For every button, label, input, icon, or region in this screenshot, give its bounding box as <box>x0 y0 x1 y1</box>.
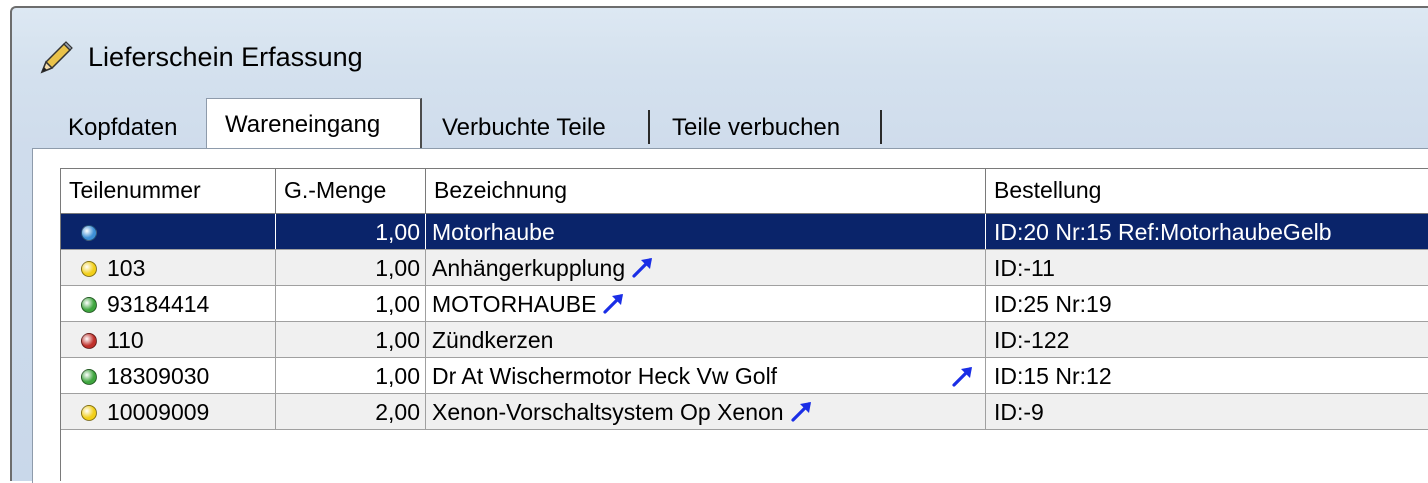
table-row[interactable]: 103 1,00Anhängerkupplung ID:-11 <box>61 250 1428 286</box>
open-link-arrow-icon[interactable] <box>951 364 975 388</box>
tab-teile-verbuchen[interactable]: Teile verbuchen <box>650 104 882 148</box>
cell-bezeichnung: Motorhaube <box>426 214 986 249</box>
status-green-icon <box>81 297 97 313</box>
column-header-menge[interactable]: G.-Menge <box>276 169 426 213</box>
tab-wareneingang[interactable]: Wareneingang <box>206 98 422 148</box>
cell-menge: 2,00 <box>276 394 426 429</box>
bezeichnung-text: Xenon-Vorschaltsystem Op Xenon <box>432 399 784 425</box>
bezeichnung-text: Anhängerkupplung <box>432 255 625 281</box>
pencil-icon <box>36 38 76 78</box>
parts-grid[interactable]: Teilenummer G.-Menge Bezeichnung Bestell… <box>60 168 1428 481</box>
cell-bestellung: ID:20 Nr:15 Ref:MotorhaubeGelb <box>986 214 1428 249</box>
table-row[interactable]: 18309030 1,00Dr At Wischermotor Heck Vw G… <box>61 358 1428 394</box>
bezeichnung-text: MOTORHAUBE <box>432 291 596 317</box>
column-header-bezeichnung[interactable]: Bezeichnung <box>426 169 986 213</box>
bezeichnung-text: Motorhaube <box>432 219 555 245</box>
window-title: Lieferschein Erfassung <box>88 42 363 73</box>
status-red-icon <box>81 333 97 349</box>
open-link-arrow-icon[interactable] <box>790 399 814 423</box>
cell-bestellung: ID:-11 <box>986 250 1428 285</box>
cell-teilenummer: 103 <box>61 250 276 285</box>
cell-bezeichnung: Zündkerzen <box>426 322 986 357</box>
table-row[interactable]: 110 1,00Zündkerzen ID:-122 <box>61 322 1428 358</box>
cell-menge: 1,00 <box>276 286 426 321</box>
cell-teilenummer <box>61 214 276 249</box>
open-link-arrow-icon[interactable] <box>602 291 626 315</box>
cell-teilenummer: 93184414 <box>61 286 276 321</box>
cell-menge: 1,00 <box>276 322 426 357</box>
cell-bestellung: ID:-9 <box>986 394 1428 429</box>
cell-bestellung: ID:15 Nr:12 <box>986 358 1428 393</box>
column-header-bestellung[interactable]: Bestellung <box>986 169 1428 213</box>
table-row[interactable]: 1,00Motorhaube ID:20 Nr:15 Ref:Motorhaube… <box>61 214 1428 250</box>
tab-label: Wareneingang <box>225 111 380 138</box>
cell-bezeichnung: MOTORHAUBE <box>426 286 986 321</box>
grid-header: Teilenummer G.-Menge Bezeichnung Bestell… <box>61 169 1428 214</box>
cell-teilenummer: 10009009 <box>61 394 276 429</box>
cell-teilenummer: 110 <box>61 322 276 357</box>
cell-menge: 1,00 <box>276 214 426 249</box>
cell-bestellung: ID:-122 <box>986 322 1428 357</box>
bezeichnung-text: Zündkerzen <box>432 327 553 353</box>
teilenummer-text: 110 <box>107 327 144 353</box>
status-green-icon <box>81 369 97 385</box>
teilenummer-text: 103 <box>107 255 145 281</box>
teilenummer-text: 93184414 <box>107 291 209 317</box>
status-yellow-icon <box>81 405 97 421</box>
tab-verbuchte-teile[interactable]: Verbuchte Teile <box>428 104 650 148</box>
tab-separator <box>880 110 882 144</box>
bezeichnung-text: Dr At Wischermotor Heck Vw Golf <box>432 363 777 389</box>
table-row[interactable]: 93184414 1,00MOTORHAUBE ID:25 Nr:19 <box>61 286 1428 322</box>
cell-bezeichnung: Dr At Wischermotor Heck Vw Golf <box>426 358 986 393</box>
title-bar: Lieferschein Erfassung <box>12 8 1428 88</box>
cell-menge: 1,00 <box>276 358 426 393</box>
cell-teilenummer: 18309030 <box>61 358 276 393</box>
status-yellow-icon <box>81 261 97 277</box>
cell-bezeichnung: Anhängerkupplung <box>426 250 986 285</box>
tab-kopfdaten[interactable]: Kopfdaten <box>68 104 208 148</box>
column-header-teilenummer[interactable]: Teilenummer <box>61 169 276 213</box>
open-link-arrow-icon[interactable] <box>631 255 655 279</box>
cell-bezeichnung: Xenon-Vorschaltsystem Op Xenon <box>426 394 986 429</box>
status-blue-icon <box>81 225 97 241</box>
table-row[interactable]: 10009009 2,00Xenon-Vorschaltsystem Op Xen… <box>61 394 1428 430</box>
cell-bestellung: ID:25 Nr:19 <box>986 286 1428 321</box>
tab-label: Kopfdaten <box>68 114 177 141</box>
tab-label: Verbuchte Teile <box>442 114 606 141</box>
teilenummer-text: 18309030 <box>107 363 209 389</box>
teilenummer-text: 10009009 <box>107 399 209 425</box>
cell-menge: 1,00 <box>276 250 426 285</box>
tab-label: Teile verbuchen <box>672 114 840 141</box>
